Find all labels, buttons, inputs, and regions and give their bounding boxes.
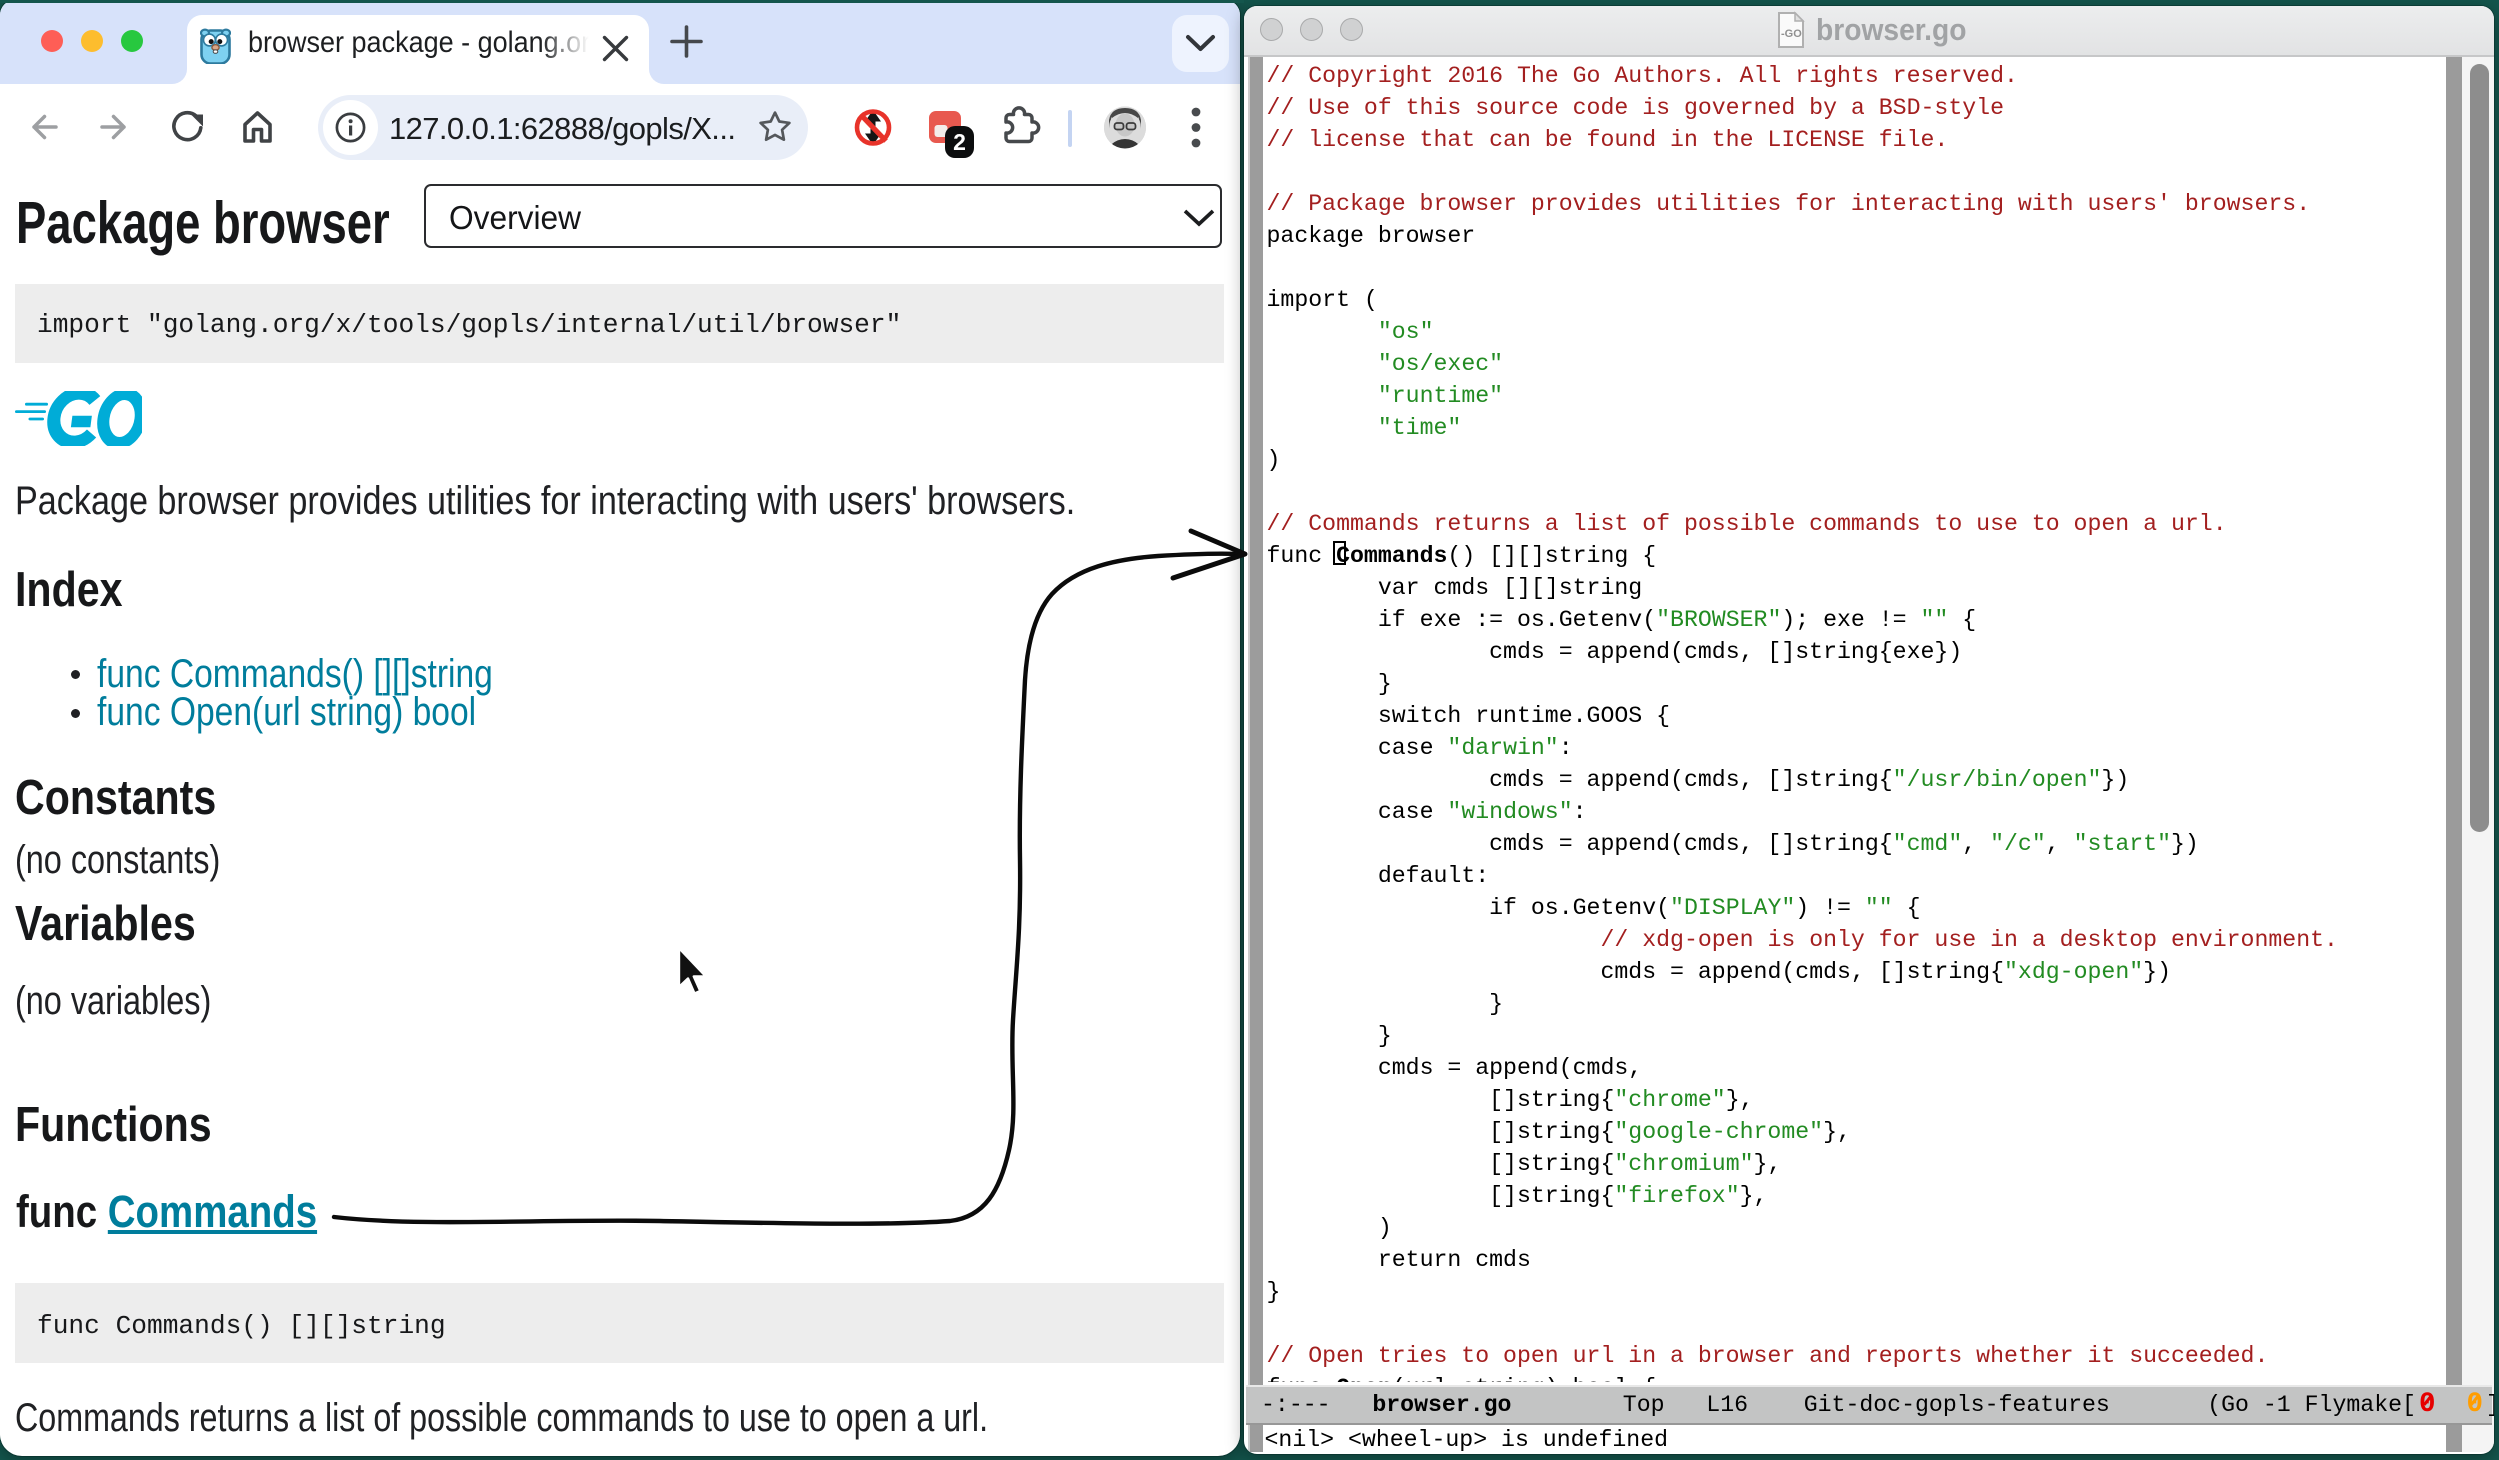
- svg-text:-GO: -GO: [1781, 28, 1802, 40]
- svg-text:2: 2: [953, 129, 966, 155]
